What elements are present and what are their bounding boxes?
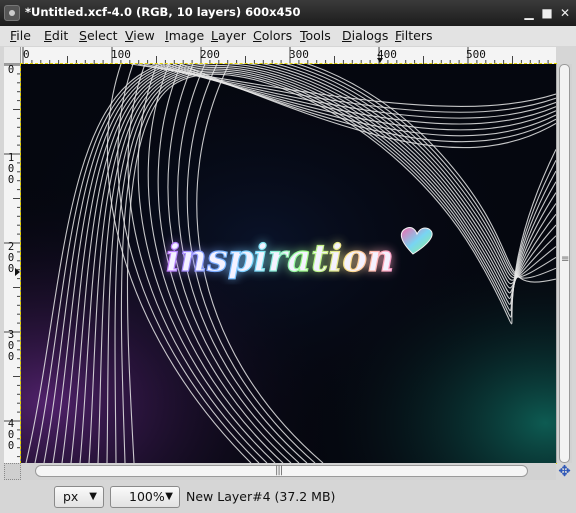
status-bar: px ▼ 100% ▼ New Layer#4 (37.2 MB) (0, 480, 576, 513)
unit-selector[interactable]: px ▼ (54, 486, 104, 508)
ruler-label: 100 (111, 48, 131, 61)
dropdown-arrow-icon: ▼ (89, 491, 97, 502)
ruler-corner[interactable] (4, 47, 21, 64)
menu-filters[interactable]: Filters (395, 27, 432, 45)
inspiration-text: inspiration inspiration (165, 235, 394, 280)
zoom-selector[interactable]: 100% ▼ (110, 486, 180, 508)
vertical-ruler[interactable]: 0 100 200 300 400 (4, 64, 21, 463)
menu-select[interactable]: Select (79, 27, 118, 45)
image-canvas[interactable]: inspiration inspiration (20, 63, 557, 464)
ruler-label: 300 (289, 48, 309, 61)
zoom-value: 100% (129, 489, 165, 504)
menu-bar: File Edit Select View Image Layer Colors… (0, 26, 576, 46)
menu-image[interactable]: Image (165, 27, 204, 45)
layer-info: New Layer#4 (37.2 MB) (186, 489, 336, 504)
dropdown-arrow-icon: ▼ (165, 491, 173, 502)
menu-file[interactable]: File (10, 27, 31, 45)
app-icon[interactable] (4, 5, 20, 21)
quick-mask-toggle[interactable] (4, 463, 21, 480)
navigate-icon[interactable]: ✥ (556, 463, 573, 480)
ruler-digit: 0 (7, 351, 15, 363)
vertical-scrollbar[interactable]: ≡ (556, 64, 572, 463)
grip-icon: ≡ (561, 254, 569, 265)
menu-layer[interactable]: Layer (211, 27, 246, 45)
minimize-icon[interactable]: ▁ (521, 5, 537, 21)
ruler-digit: 0 (7, 174, 15, 186)
ruler-label: 400 (377, 48, 397, 61)
ruler-digit: 0 (7, 440, 15, 452)
horizontal-scrollbar[interactable]: ||| (21, 463, 556, 480)
svg-text:inspiration: inspiration (166, 236, 394, 280)
menu-tools[interactable]: Tools (300, 27, 331, 45)
maximize-icon[interactable]: ■ (539, 5, 555, 21)
close-icon[interactable]: ✕ (557, 5, 573, 21)
horizontal-ruler[interactable]: 0 100 200 300 400 500 (21, 47, 556, 65)
menu-view[interactable]: View (125, 27, 155, 45)
canvas-artwork: inspiration inspiration (21, 64, 556, 463)
ruler-label: 200 (200, 48, 220, 61)
menu-colors[interactable]: Colors (253, 27, 292, 45)
menu-edit[interactable]: Edit (44, 27, 68, 45)
ruler-label: 0 (23, 48, 30, 61)
ruler-digit: 0 (7, 64, 15, 76)
grip-icon: ||| (275, 465, 283, 476)
window-title: *Untitled.xcf-4.0 (RGB, 10 layers) 600x4… (25, 5, 301, 19)
ruler-label: 500 (466, 48, 486, 61)
unit-value: px (63, 489, 79, 504)
ruler-digit: 0 (7, 263, 15, 275)
title-bar: *Untitled.xcf-4.0 (RGB, 10 layers) 600x4… (0, 0, 576, 26)
menu-dialogs[interactable]: Dialogs (342, 27, 388, 45)
